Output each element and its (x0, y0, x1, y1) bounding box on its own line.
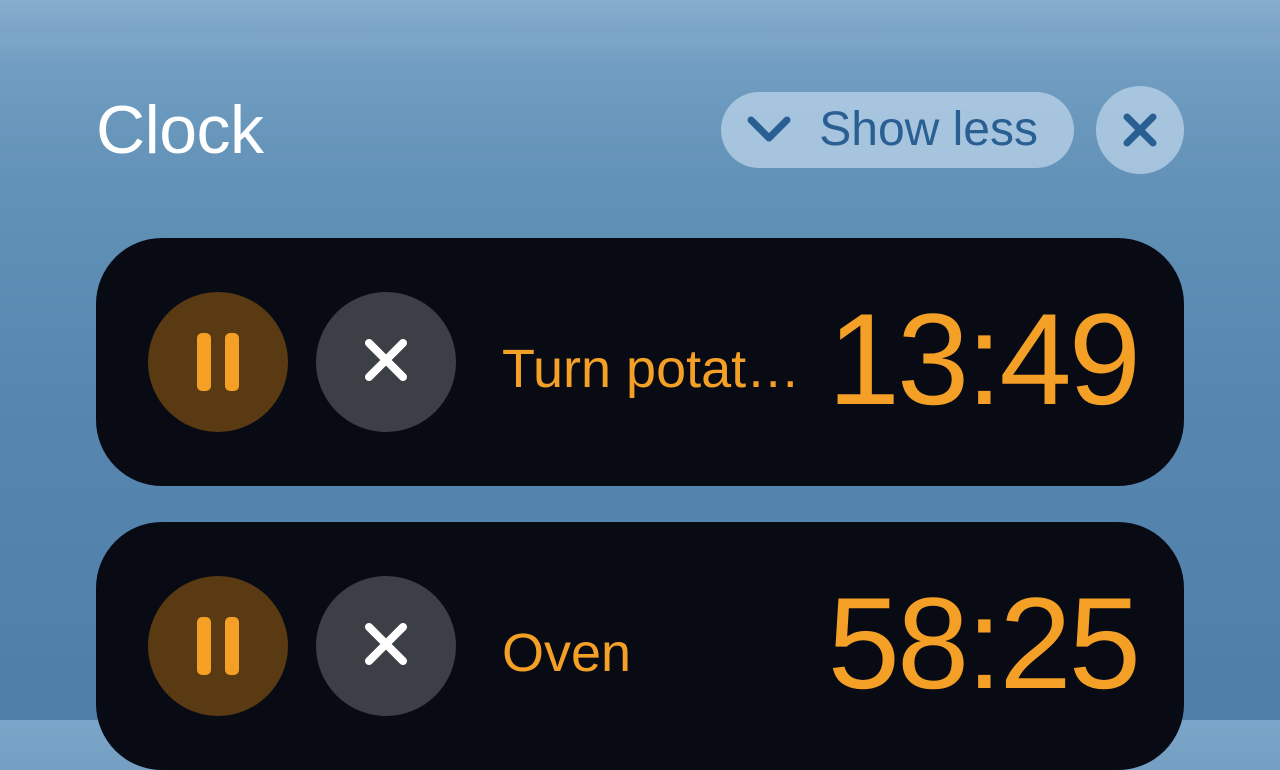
timer-cards: Turn potat… 13:49 Oven 58:25 (96, 238, 1184, 770)
app-title: Clock (96, 91, 264, 169)
cancel-timer-button[interactable] (316, 292, 456, 432)
cancel-timer-button[interactable] (316, 576, 456, 716)
close-icon (1121, 111, 1159, 149)
timer-label: Turn potat… (502, 324, 808, 400)
close-icon (359, 617, 413, 676)
timer-card[interactable]: Turn potat… 13:49 (96, 238, 1184, 486)
close-icon (359, 333, 413, 392)
timer-time: 13:49 (828, 294, 1138, 430)
timer-label: Oven (502, 608, 808, 684)
stack-header: Clock Show less (96, 86, 1184, 174)
dismiss-stack-button[interactable] (1096, 86, 1184, 174)
pause-icon (197, 333, 239, 391)
header-actions: Show less (721, 86, 1184, 174)
notification-stack: Clock Show less (96, 86, 1184, 770)
pause-button[interactable] (148, 576, 288, 716)
chevron-down-icon (747, 116, 791, 144)
pause-icon (197, 617, 239, 675)
pause-button[interactable] (148, 292, 288, 432)
show-less-label: Show less (819, 106, 1038, 154)
timer-time: 58:25 (828, 578, 1138, 714)
timer-card[interactable]: Oven 58:25 (96, 522, 1184, 770)
show-less-button[interactable]: Show less (721, 92, 1074, 168)
